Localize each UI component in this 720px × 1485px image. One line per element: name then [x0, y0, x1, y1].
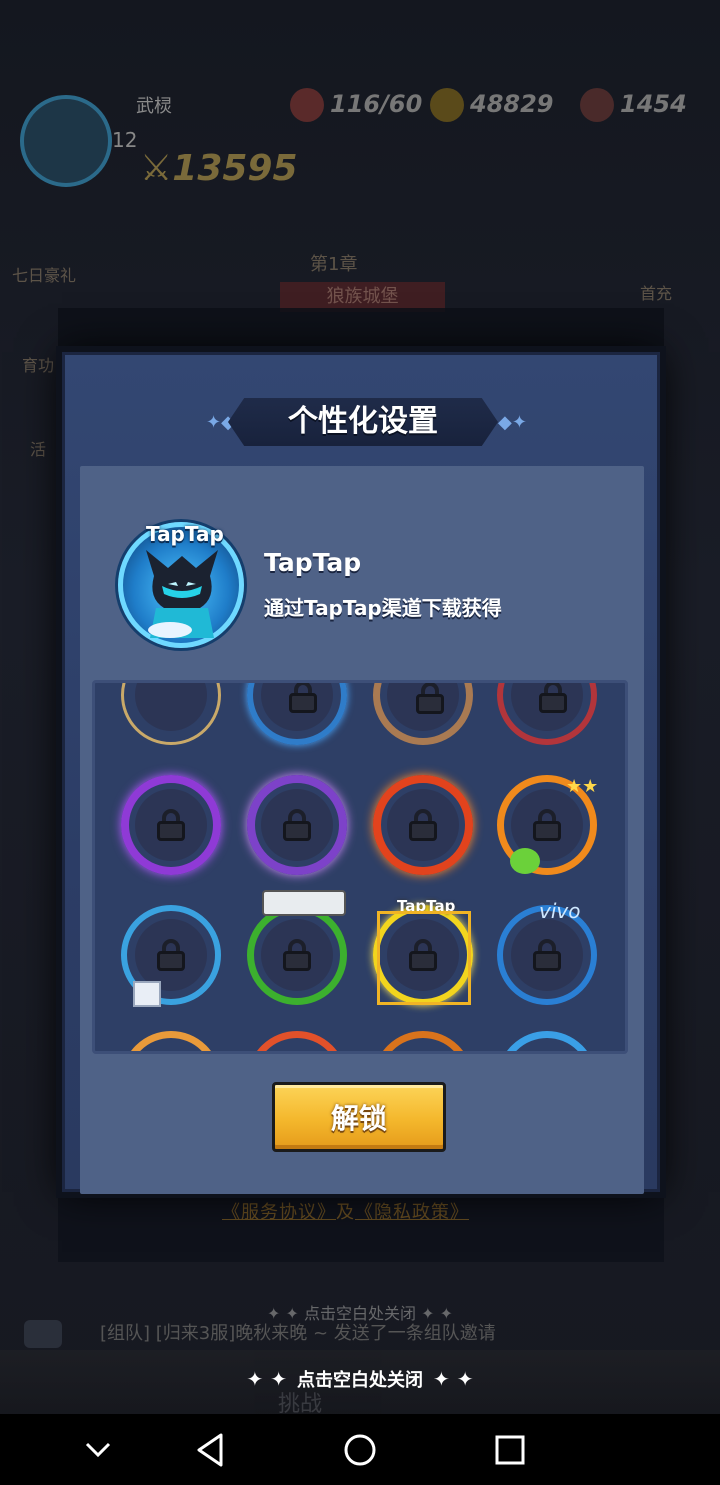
camera-icon	[262, 890, 346, 916]
frame-item[interactable]	[247, 1031, 347, 1051]
service-agreement-link: 《服务协议》	[222, 1202, 336, 1223]
recent-apps-button[interactable]	[450, 1414, 570, 1485]
back-icon	[197, 1433, 223, 1466]
ninja-avatar-icon	[146, 550, 218, 638]
frame-item[interactable]	[121, 1031, 221, 1051]
green-mascot-icon	[510, 848, 540, 874]
close-hint[interactable]: ✦ ✦ 点击空白处关闭 ✦ ✦	[0, 1366, 720, 1392]
frame-item[interactable]: vivo	[497, 899, 597, 1005]
selection-highlight	[377, 911, 471, 1005]
menu-left-3: 活	[30, 440, 47, 459]
home-button[interactable]	[300, 1414, 420, 1485]
gem-counter: 1454	[580, 88, 687, 122]
frame-grid: ★★ TapTap vivo	[92, 680, 628, 1054]
policy-join: 及	[336, 1202, 355, 1223]
frame-item[interactable]: ★★	[497, 775, 599, 875]
frame-label: vivo	[539, 899, 581, 923]
chapter-label: 第1章	[310, 254, 358, 275]
title-deco-right: ◆✦	[498, 412, 527, 433]
unlock-button[interactable]: 解锁	[272, 1082, 446, 1152]
menu-left-2: 育功	[22, 356, 55, 375]
frame-name: TapTap	[264, 548, 362, 577]
frame-item[interactable]	[247, 890, 347, 1005]
sparkle-icon: ✦ ✦	[433, 1367, 474, 1391]
player-avatar	[20, 95, 112, 187]
player-level: 12	[112, 128, 138, 152]
frame-item[interactable]	[121, 905, 221, 1007]
player-name: 武棂	[136, 96, 172, 117]
gem-icon	[580, 88, 614, 122]
chat-bar: [组队] [归来3服]晚秋来晚 ~ 发送了一条组队邀请	[24, 1318, 696, 1350]
frame-item[interactable]	[373, 1031, 473, 1051]
policy-links: 《服务协议》及《隐私政策》	[222, 1198, 469, 1224]
frame-item[interactable]	[121, 775, 221, 875]
gold-counter: 48829	[430, 88, 554, 122]
frame-item[interactable]	[247, 775, 347, 875]
collapse-button[interactable]	[38, 1414, 158, 1485]
chevron-down-icon	[85, 1442, 111, 1457]
stamina-icon	[290, 88, 324, 122]
stamina-counter: 116/60	[290, 88, 422, 122]
combat-power: ⚔13595	[140, 148, 298, 189]
home-icon	[344, 1434, 376, 1465]
back-button[interactable]	[150, 1414, 270, 1485]
frame-item[interactable]	[373, 683, 473, 745]
chat-icon	[24, 1320, 62, 1348]
frame-item[interactable]	[497, 1031, 597, 1051]
recent-apps-icon	[495, 1435, 525, 1464]
star-icon: ★★	[566, 776, 599, 797]
frame-description: 通过TapTap渠道下载获得	[264, 596, 502, 620]
frame-item[interactable]	[121, 683, 221, 745]
frame-item[interactable]	[497, 683, 597, 745]
sparkle-icon: ✦ ✦	[246, 1367, 287, 1391]
privacy-policy-link: 《隐私政策》	[355, 1202, 469, 1223]
modal-title: 个性化设置	[288, 404, 438, 439]
system-navbar	[0, 1414, 720, 1485]
gold-icon	[430, 88, 464, 122]
frame-item[interactable]	[247, 683, 347, 745]
frame-item[interactable]	[373, 775, 473, 875]
menu-seven-day-gift: 七日豪礼	[12, 266, 77, 285]
preview-taptap-tag: TapTap	[146, 522, 224, 546]
cube-mascot-icon	[133, 981, 161, 1007]
menu-first-recharge: 首充	[640, 284, 673, 303]
